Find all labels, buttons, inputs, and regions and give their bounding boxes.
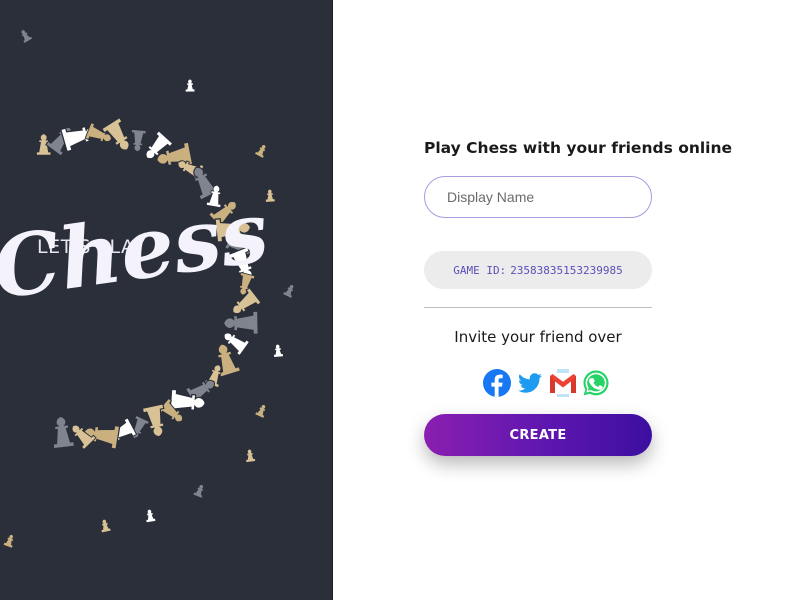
chess-pawn bbox=[185, 79, 195, 92]
twitter-icon bbox=[518, 373, 542, 393]
whatsapp-icon bbox=[583, 370, 609, 396]
panel-divider bbox=[332, 0, 333, 600]
chess-pawn bbox=[274, 344, 283, 357]
share-buttons bbox=[482, 368, 614, 398]
page: LET'S PLAY Chess Play Chess with your fr… bbox=[0, 0, 800, 600]
chess-pawn bbox=[101, 519, 111, 533]
chess-pawn bbox=[265, 189, 275, 202]
twitter-share-button[interactable] bbox=[515, 368, 545, 398]
form-title: Play Chess with your friends online bbox=[424, 139, 733, 157]
chess-pawn bbox=[21, 30, 33, 43]
display-name-input[interactable] bbox=[424, 176, 652, 218]
facebook-icon bbox=[483, 369, 511, 397]
whatsapp-share-button[interactable] bbox=[581, 368, 611, 398]
game-id-label: GAME ID: bbox=[453, 263, 507, 277]
gmail-icon bbox=[550, 369, 576, 397]
hero-panel: LET'S PLAY Chess bbox=[0, 0, 333, 600]
chess-pawn bbox=[246, 449, 256, 463]
game-id-value: 23583835153239985 bbox=[510, 263, 623, 277]
chess-piece bbox=[52, 415, 76, 450]
chess-piece bbox=[131, 129, 147, 153]
invite-label: Invite your friend over bbox=[454, 328, 622, 346]
facebook-share-button[interactable] bbox=[482, 368, 512, 398]
game-id-field[interactable]: GAME ID: 23583835153239985 bbox=[424, 251, 652, 289]
chess-piece bbox=[222, 310, 259, 335]
form-divider bbox=[424, 307, 652, 308]
chess-pawn bbox=[283, 284, 294, 298]
chess-pawn bbox=[255, 145, 266, 158]
chess-pawn bbox=[3, 534, 14, 548]
chess-pawn bbox=[255, 404, 266, 418]
gmail-share-button[interactable] bbox=[548, 368, 578, 398]
chess-pawn bbox=[146, 509, 156, 523]
create-button[interactable]: CREATE bbox=[424, 414, 652, 456]
chess-pawn bbox=[193, 484, 204, 498]
